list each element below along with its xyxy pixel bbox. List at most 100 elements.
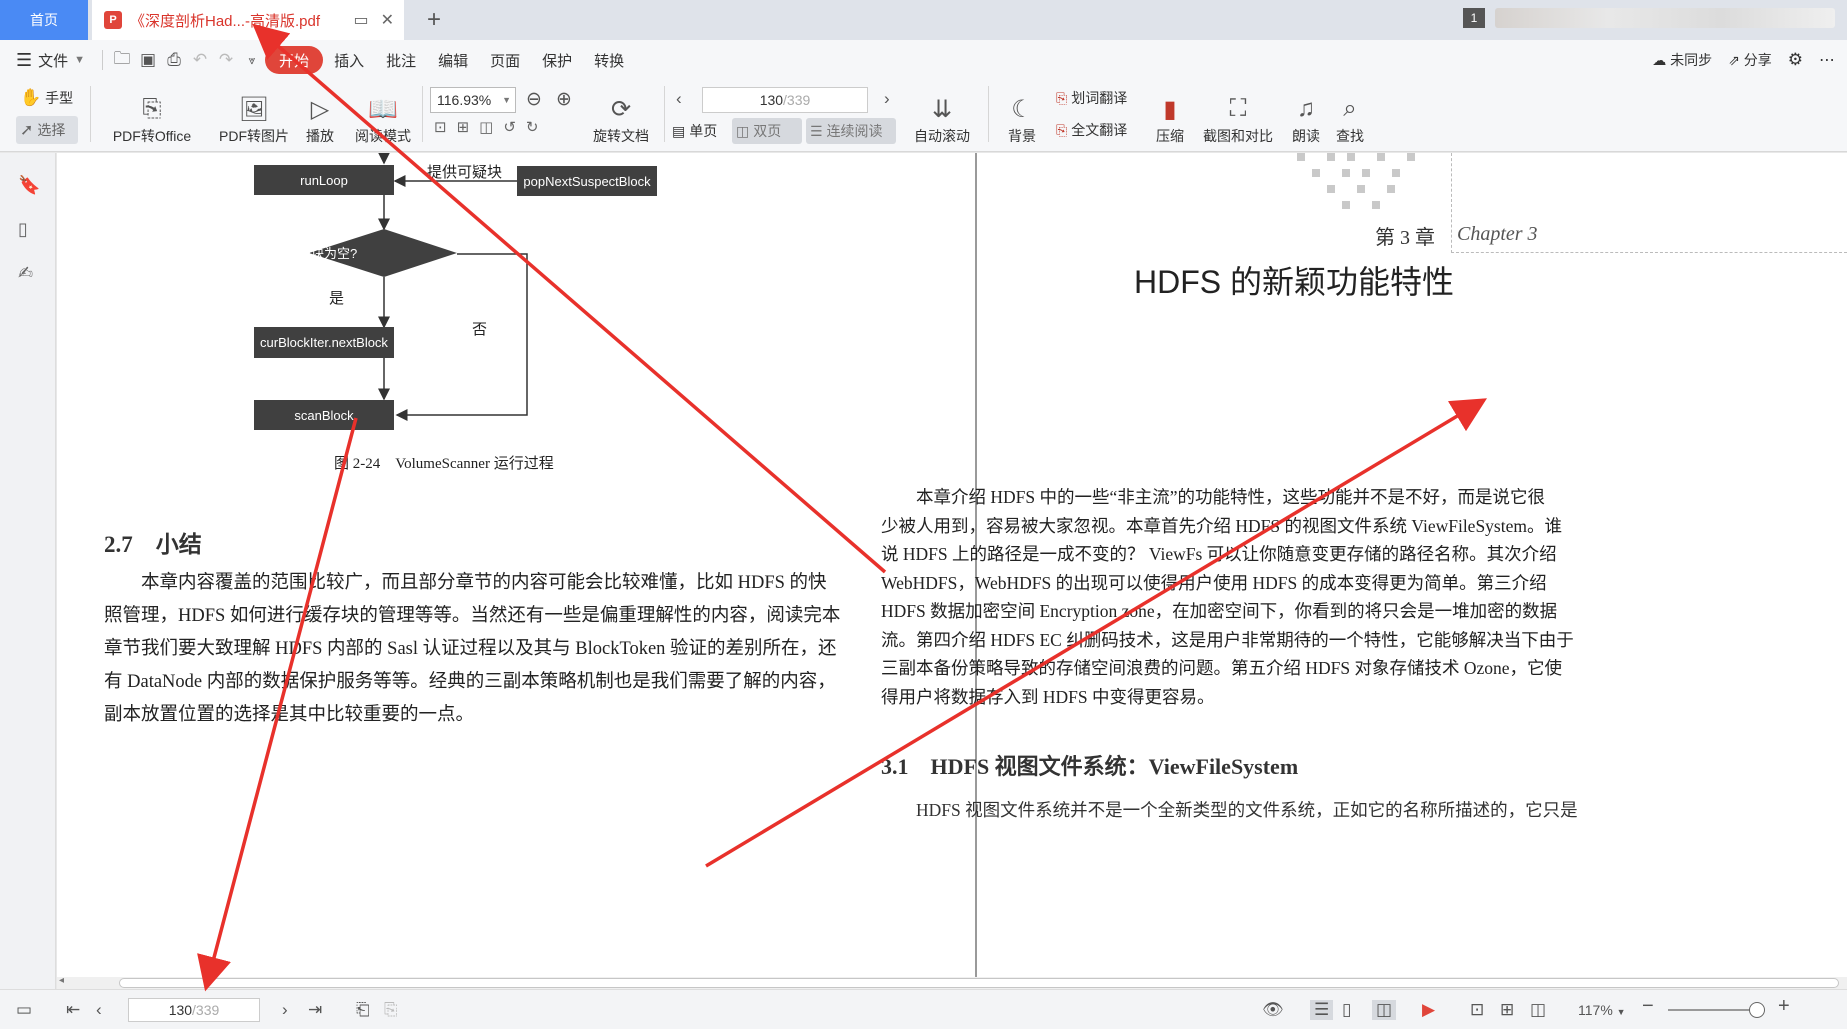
pdf-to-image-button[interactable]: 🖼 PDF转图片: [214, 84, 294, 146]
prev-page-icon[interactable]: ‹: [676, 89, 682, 109]
last-page-icon[interactable]: ⇥: [308, 1000, 322, 1020]
sidebar-toggle-icon[interactable]: ▭: [16, 1000, 32, 1020]
sync-label: 未同步: [1670, 52, 1713, 68]
fit-width-icon[interactable]: ◫: [479, 118, 493, 136]
auto-scroll-button[interactable]: ⇊ 自动滚动: [906, 84, 978, 146]
word-translate-button[interactable]: ⎘ 划词翻译: [1056, 88, 1127, 108]
actual-size-icon[interactable]: ⊡: [434, 118, 447, 136]
word-translate-label: 划词翻译: [1071, 90, 1128, 106]
undo-icon[interactable]: ↶: [187, 47, 213, 73]
zoom-out-icon[interactable]: ⊖: [526, 88, 542, 111]
zoom-out-icon[interactable]: −: [1642, 995, 1654, 1018]
single-view-icon[interactable]: ▯: [1342, 1000, 1351, 1020]
more-quick-icon[interactable]: ⩔: [239, 47, 265, 73]
more-icon[interactable]: ⋯: [1819, 50, 1835, 70]
read-mode-button[interactable]: 📖 阅读模式: [350, 84, 416, 146]
translate-icon: ⎘: [1056, 89, 1068, 106]
paragraph-line: 流。第四介绍 HDFS EC 纠删码技术，这是用户非常期待的一个特性，它能够解决…: [881, 629, 1574, 650]
horizontal-scrollbar[interactable]: ◂: [57, 975, 1847, 989]
print-icon[interactable]: ⎙: [161, 47, 187, 73]
signature-icon[interactable]: ✍: [18, 263, 38, 285]
menu-page[interactable]: 页面: [479, 46, 531, 74]
actual-size-icon[interactable]: ⊡: [1470, 1000, 1484, 1020]
next-page-icon[interactable]: ›: [282, 1000, 288, 1020]
bookmark-icon[interactable]: 🔖: [18, 175, 40, 197]
background-label: 背景: [1008, 128, 1036, 144]
tab-document[interactable]: P 《深度剖析Had...-高清版.pdf ▭ ✕: [92, 0, 404, 40]
rotate-left-icon[interactable]: ↺: [503, 118, 516, 136]
left-sidebar: 🔖 ▯ ✍: [0, 153, 56, 989]
zoom-in-icon[interactable]: ⊕: [556, 88, 572, 111]
new-tab-button[interactable]: +: [420, 6, 448, 34]
decision-node-label: 可疑块为空?: [285, 246, 358, 261]
play-button[interactable]: ▷ 播放: [298, 84, 342, 146]
redo-icon[interactable]: ↷: [213, 47, 239, 73]
hand-tool-button[interactable]: ✋ 手型: [20, 88, 73, 108]
pdf-to-office-button[interactable]: ⎘ PDF转Office: [102, 84, 202, 146]
find-label: 查找: [1336, 128, 1364, 144]
back-icon[interactable]: ⎗: [356, 1000, 370, 1020]
page-number-input[interactable]: 130/339: [702, 87, 868, 113]
sync-status[interactable]: ☁ 未同步: [1652, 50, 1712, 70]
read-aloud-button[interactable]: ♫ 朗读: [1288, 84, 1324, 146]
figure-caption: 图 2-24 VolumeScanner 运行过程: [334, 456, 554, 472]
provide-suspect-label: 提供可疑块: [427, 165, 503, 181]
menu-protect[interactable]: 保护: [531, 46, 583, 74]
menu-convert[interactable]: 转换: [583, 46, 635, 74]
zoom-level[interactable]: 117% ▼: [1578, 1002, 1626, 1018]
double-view-icon[interactable]: ◫: [1372, 1000, 1397, 1020]
fit-page-icon[interactable]: ⊞: [457, 118, 470, 136]
document-view[interactable]: runLoop 提供可疑块 popNextSuspectBlock 可疑块为空?…: [57, 153, 1847, 989]
paragraph-line: WebHDFS，WebHDFS 的出现可以使得用户使用 HDFS 的成本变得更为…: [881, 572, 1547, 593]
pdf-to-office-label: PDF转Office: [112, 128, 192, 144]
full-translate-button[interactable]: ⎘ 全文翻译: [1056, 120, 1127, 140]
share-button[interactable]: ⇗ 分享: [1728, 50, 1772, 70]
single-page-button[interactable]: ▤ 单页: [672, 118, 717, 144]
menu-insert[interactable]: 插入: [323, 46, 375, 74]
scroll-left-icon[interactable]: ◂: [59, 975, 64, 986]
no-label: 否: [472, 322, 488, 338]
settings-icon[interactable]: ⚙: [1788, 50, 1803, 70]
rotate-right-icon[interactable]: ↻: [526, 118, 539, 136]
fit-width-icon[interactable]: ◫: [1530, 1000, 1546, 1020]
first-page-icon[interactable]: ⇤: [66, 1000, 80, 1020]
paragraph-line: 本章内容覆盖的范围比较广，而且部分章节的内容可能会比较难懂，比如 HDFS 的快: [104, 573, 827, 593]
close-tab-icon[interactable]: ✕: [381, 10, 394, 30]
next-page-icon[interactable]: ›: [884, 89, 890, 109]
scrollbar-thumb[interactable]: [119, 978, 1839, 988]
find-button[interactable]: ⌕ 查找: [1332, 84, 1368, 146]
double-page-button[interactable]: ◫ 双页: [732, 118, 802, 144]
zoom-select[interactable]: 116.93% ▼: [430, 87, 516, 113]
zoom-in-icon[interactable]: +: [1778, 995, 1790, 1018]
zoom-slider-track[interactable]: [1668, 1009, 1758, 1011]
window-count-badge[interactable]: 1: [1463, 8, 1485, 28]
zoom-slider-knob[interactable]: [1749, 1002, 1765, 1018]
open-folder-icon[interactable]: 🗀: [109, 47, 135, 73]
hand-icon: ✋: [20, 88, 42, 107]
save-icon[interactable]: ▣: [135, 47, 161, 73]
toolbar-divider: [664, 86, 665, 142]
menu-annotate[interactable]: 批注: [375, 46, 427, 74]
tab-home[interactable]: 首页: [0, 0, 88, 40]
pdf-to-image-label: PDF转图片: [219, 128, 289, 144]
select-tool-button[interactable]: ➚ 选择: [16, 116, 78, 144]
thumbnail-icon[interactable]: ▯: [18, 219, 38, 241]
screenshot-compare-button[interactable]: ⛶ 截图和对比: [1198, 84, 1278, 146]
prev-page-icon[interactable]: ‹: [96, 1000, 102, 1020]
pin-window-icon[interactable]: ▭: [353, 10, 368, 30]
continuous-read-button[interactable]: ☰ 连续阅读: [806, 118, 896, 144]
status-page-input[interactable]: 130/339: [128, 998, 260, 1022]
rotate-document-button[interactable]: ⟳ 旋转文档: [588, 84, 654, 146]
menu-edit[interactable]: 编辑: [427, 46, 479, 74]
compress-button[interactable]: ▮ 压缩: [1152, 84, 1188, 146]
continuous-view-icon[interactable]: ☰: [1310, 1000, 1334, 1020]
toolbar-divider: [90, 86, 91, 142]
background-button[interactable]: ☾ 背景: [996, 84, 1048, 146]
file-menu[interactable]: ☰ 文件 ▼: [0, 46, 96, 74]
menu-right-area: ☁ 未同步 ⇗ 分享 ⚙ ⋯: [1652, 40, 1835, 80]
fit-page-icon[interactable]: ⊞: [1500, 1000, 1514, 1020]
play-slideshow-icon[interactable]: ▶: [1422, 1000, 1435, 1020]
forward-icon[interactable]: ⎘: [384, 1000, 398, 1020]
eye-protection-icon[interactable]: 👁: [1262, 1000, 1284, 1020]
menu-start[interactable]: 开始: [265, 46, 324, 74]
